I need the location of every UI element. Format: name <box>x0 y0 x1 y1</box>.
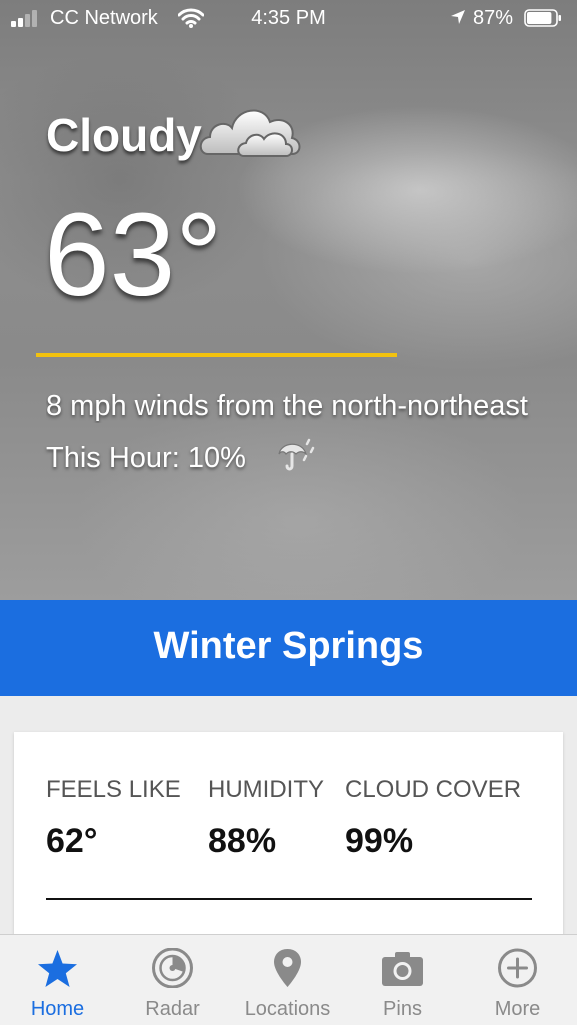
tab-more[interactable]: More <box>460 934 575 1024</box>
map-pin-icon <box>274 949 301 987</box>
precip-chance: This Hour: 10% <box>46 442 246 474</box>
humidity-label: HUMIDITY <box>208 776 324 803</box>
battery-icon <box>524 9 561 27</box>
cloud-cover-value: 99% <box>345 822 414 860</box>
location-arrow-icon <box>451 10 465 24</box>
tab-more-label: More <box>494 998 541 1020</box>
tab-home-label: Home <box>30 998 85 1020</box>
cloud-cover-label: CLOUD COVER <box>345 776 522 803</box>
tab-home[interactable]: Home <box>0 934 115 1024</box>
wind-summary: 8 mph winds from the north-northeast <box>46 390 528 422</box>
current-temperature: 63° <box>44 189 223 321</box>
tab-locations[interactable]: Locations <box>230 934 345 1024</box>
tab-radar-label: Radar <box>145 998 200 1020</box>
humidity-value: 88% <box>208 822 277 860</box>
camera-icon <box>382 952 423 986</box>
status-bar: CC Network 4:35 PM 87% <box>0 0 577 38</box>
location-name[interactable]: Winter Springs <box>0 625 577 668</box>
feels-like-value: 62° <box>46 822 98 860</box>
tab-locations-label: Locations <box>244 998 331 1020</box>
cloud-icon <box>199 109 301 157</box>
tab-pins-label: Pins <box>383 998 422 1020</box>
battery-percent: 87% <box>473 7 514 29</box>
umbrella-rain-icon <box>278 438 315 471</box>
radar-icon <box>152 948 193 988</box>
plus-circle-icon <box>498 948 537 988</box>
tab-pins[interactable]: Pins <box>345 934 460 1024</box>
card-divider <box>46 898 532 900</box>
section-divider <box>36 353 397 357</box>
feels-like-label: FEELS LIKE <box>46 776 181 803</box>
tab-radar[interactable]: Radar <box>115 934 230 1024</box>
star-icon <box>38 950 77 987</box>
condition-text: Cloudy <box>46 109 202 161</box>
